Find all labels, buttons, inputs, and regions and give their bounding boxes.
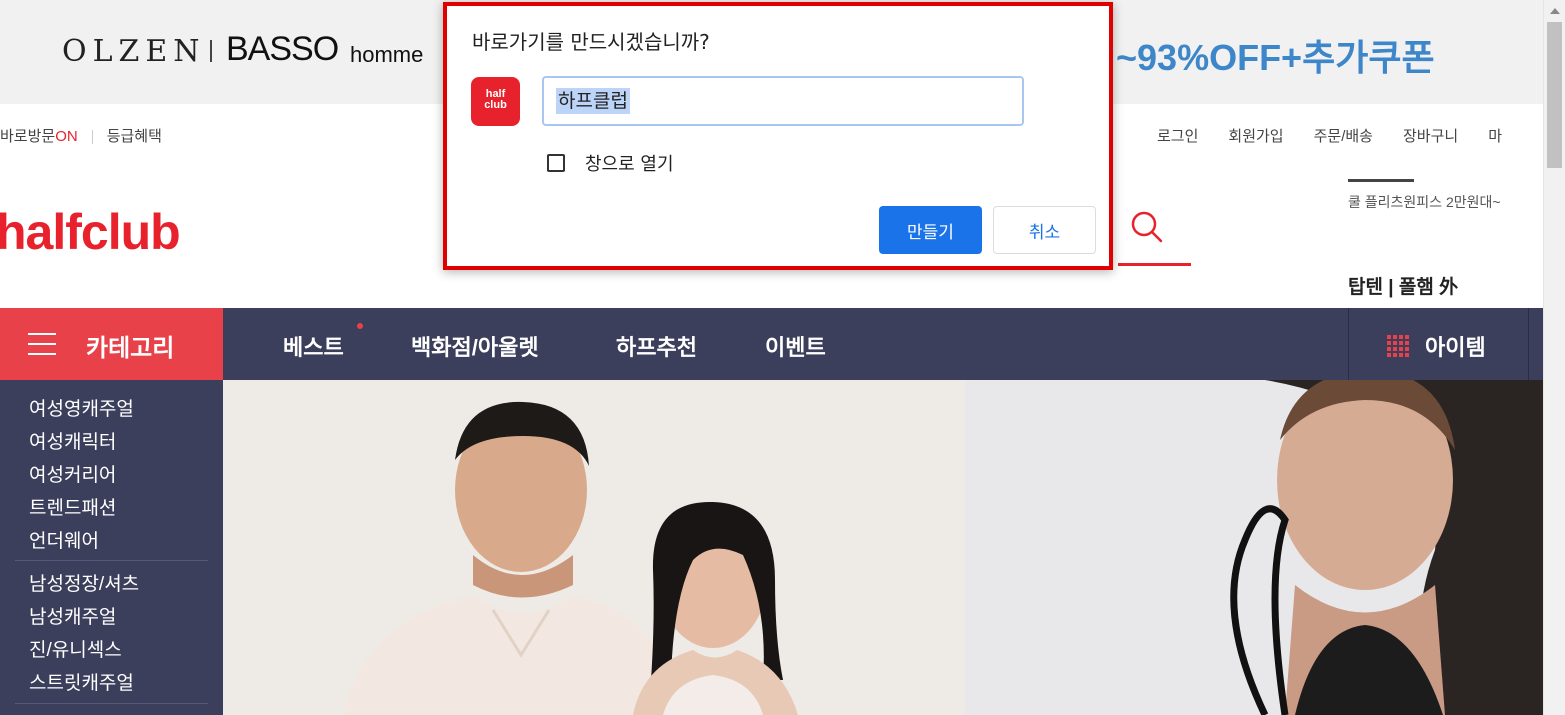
create-shortcut-dialog: 바로가기를 만드시겠습니까? half club 하프클럽 창으로 열기 만들기… [443,2,1113,270]
scroll-up-arrow-icon[interactable] [1550,8,1560,14]
banner-brand-olzen: OLZEN [62,34,206,69]
right-promo-dash [1348,179,1414,182]
sidebar-item-men-casual[interactable]: 남성캐주얼 [29,602,116,629]
right-promo-line2[interactable]: 탑텐 | 폴햄 外 [1348,272,1458,299]
login-link[interactable]: 로그인 [1157,125,1198,146]
search-underline [1118,263,1191,266]
signup-link[interactable]: 회원가입 [1228,125,1283,146]
search-icon[interactable] [1130,210,1164,248]
sidebar-item-women-character[interactable]: 여성캐릭터 [29,427,116,454]
sidebar-item-street-casual[interactable]: 스트릿캐주얼 [29,668,134,695]
sidebar-item-underwear[interactable]: 언더웨어 [29,526,99,553]
new-dot-indicator [357,323,363,329]
shortcut-name-input[interactable] [542,76,1024,126]
item-label: 아이템 [1425,335,1486,360]
category-sidebar: 여성영캐주얼 여성캐릭터 여성커리어 트렌드패션 언더웨어 남성정장/셔츠 남성… [0,380,223,715]
sidebar-item-women-young-casual[interactable]: 여성영캐주얼 [29,394,134,421]
grid-icon [1387,335,1409,357]
nav-item-event[interactable]: 이벤트 [765,330,826,362]
visit-label: 바로방문 [0,128,56,145]
open-as-window-checkbox[interactable] [547,154,565,172]
utility-divider [91,130,93,145]
page-scrollbar[interactable] [1543,0,1565,715]
sidebar-item-men-suits-shirts[interactable]: 남성정장/셔츠 [29,569,139,596]
mypage-link[interactable]: 마 [1488,125,1502,146]
scroll-thumb[interactable] [1547,22,1562,168]
open-as-window-label[interactable]: 창으로 열기 [585,150,674,176]
order-delivery-link[interactable]: 주문/배송 [1314,125,1373,146]
favicon-text-club: club [484,99,507,111]
sidebar-divider [15,560,208,561]
cancel-button[interactable]: 취소 [993,206,1096,254]
category-label: 카테고리 [86,335,175,362]
category-button[interactable]: 카테고리 [0,308,223,380]
sidebar-item-trend-fashion[interactable]: 트렌드패션 [29,493,116,520]
nav-item-department-outlet[interactable]: 백화점/아울렛 [411,330,539,362]
hamburger-icon [28,333,56,355]
banner-brand-basso: BASSO [226,30,339,68]
cart-link[interactable]: 장바구니 [1403,125,1458,146]
site-favicon-icon: half club [471,77,520,126]
banner-promo-text: ~93%OFF+추가쿠폰 [1116,37,1435,78]
dialog-title: 바로가기를 만드시겠습니까? [472,30,710,54]
nav-item-recommend[interactable]: 하프추천 [616,330,697,362]
grade-benefits-link[interactable]: 등급혜택 [107,128,162,145]
sidebar-divider [15,703,208,704]
utility-right: 로그인 회원가입 주문/배송 장바구니 마 [1157,125,1502,146]
create-button[interactable]: 만들기 [879,206,982,254]
halfclub-logo[interactable]: halfclub [0,203,181,261]
item-button[interactable]: 아이템 [1348,308,1529,380]
visit-on-label: ON [55,128,78,145]
banner-brand-homme: homme [350,42,424,67]
right-promo-line1[interactable]: 쿨 플리츠원피스 2만원대~ [1348,192,1501,212]
main-nav: 카테고리 베스트 백화점/아울렛 하프추천 이벤트 아이템 [0,308,1543,380]
sidebar-item-jeans-unisex[interactable]: 진/유니섹스 [29,635,122,662]
utility-left: 바로방문ON 등급혜택 [0,125,162,146]
visit-toggle[interactable]: 바로방문ON [0,128,78,145]
banner-divider [210,40,212,62]
hero-banner-couple[interactable] [223,380,965,715]
hero-banner-woman[interactable] [965,380,1543,715]
nav-item-best[interactable]: 베스트 [283,330,344,362]
sidebar-item-women-career[interactable]: 여성커리어 [29,460,116,487]
